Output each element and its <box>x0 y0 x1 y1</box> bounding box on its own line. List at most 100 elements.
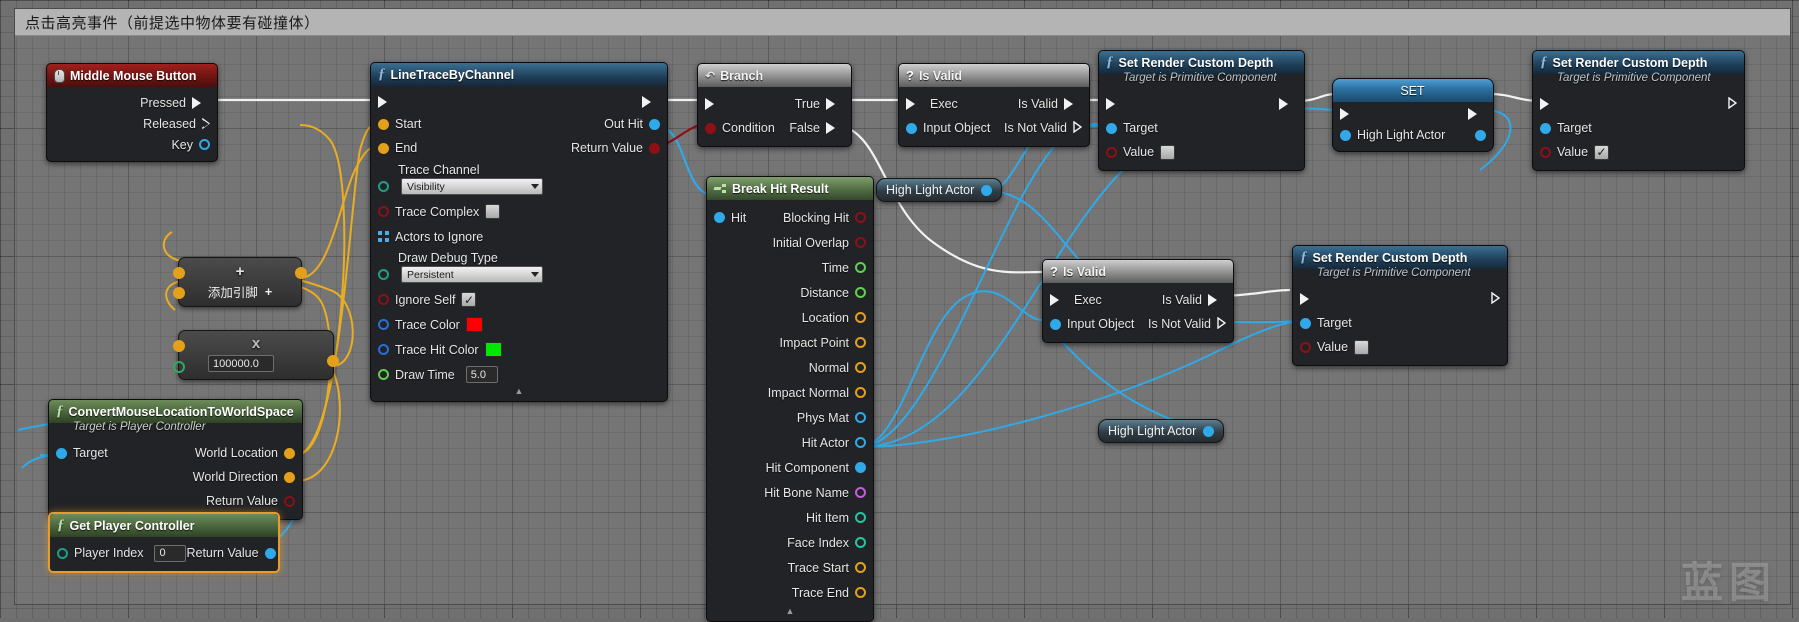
data-pin-target[interactable] <box>1540 122 1551 134</box>
data-pin-hit[interactable] <box>714 212 725 223</box>
trace-color-swatch[interactable] <box>465 317 483 332</box>
data-pin-actors-to-ignore[interactable] <box>378 231 389 242</box>
data-pin-value[interactable] <box>1106 146 1117 158</box>
exec-pin-in[interactable] <box>1300 293 1318 305</box>
node-set-render-custom-depth-2[interactable]: ƒ Set Render Custom Depth Target is Prim… <box>1532 50 1745 171</box>
collapse-arrow-icon[interactable]: ▲ <box>707 605 873 616</box>
exec-pin-out[interactable] <box>1728 96 1738 112</box>
data-pin-high-light-actor-out[interactable] <box>1475 129 1486 141</box>
data-pin-return-value[interactable] <box>284 495 295 507</box>
value-checkbox[interactable]: ✓ <box>1594 144 1610 160</box>
exec-pin-false[interactable] <box>826 122 844 134</box>
exec-pin-in[interactable] <box>1340 108 1358 120</box>
node-break-hit-result[interactable]: Break Hit Result Hit Blocking Hit Initia… <box>706 176 874 622</box>
data-pin-high-light-actor-in[interactable] <box>1340 129 1351 141</box>
data-pin-draw-time[interactable] <box>378 369 389 380</box>
multiply-value-input[interactable]: 100000.0 <box>208 355 274 372</box>
exec-pin-in[interactable] <box>906 98 924 110</box>
exec-pin-is-not-valid[interactable] <box>1073 120 1083 136</box>
data-pin-mul-b[interactable] <box>173 361 185 373</box>
node-is-valid-2[interactable]: ? Is Valid Exec Is Valid Input Object Is… <box>1042 259 1234 343</box>
data-pin-target[interactable] <box>56 447 67 459</box>
data-pin-location[interactable] <box>855 312 866 323</box>
data-pin-input-object[interactable] <box>906 122 917 134</box>
draw-time-input[interactable]: 5.0 <box>465 366 498 383</box>
data-pin-high-light-actor[interactable] <box>1203 425 1215 437</box>
data-pin-trace-end[interactable] <box>855 587 866 598</box>
exec-pin-in[interactable] <box>705 98 723 110</box>
data-pin-mul-out[interactable] <box>327 355 339 367</box>
data-pin-value[interactable] <box>1540 146 1551 158</box>
node-set-render-custom-depth-3[interactable]: ƒ Set Render Custom Depth Target is Prim… <box>1292 245 1508 366</box>
ignore-self-checkbox[interactable]: ✓ <box>461 292 477 307</box>
exec-pin-released[interactable] <box>202 117 210 130</box>
trace-hit-color-swatch[interactable] <box>484 342 502 357</box>
value-checkbox[interactable]: ✓ <box>1354 339 1370 355</box>
data-pin-initial-overlap[interactable] <box>855 237 866 248</box>
data-pin-high-light-actor[interactable] <box>981 184 993 196</box>
node-middle-mouse-button[interactable]: Middle Mouse Button Pressed Released Key <box>46 63 218 162</box>
node-multiply[interactable]: x 100000.0 <box>173 330 339 380</box>
node-line-trace-by-channel[interactable]: ƒ LineTraceByChannel Start Out Hit End R… <box>370 62 668 402</box>
data-pin-trace-color[interactable] <box>378 319 389 330</box>
node-set-high-light-actor[interactable]: SET High Light Actor <box>1332 78 1494 152</box>
data-pin-start[interactable] <box>378 118 389 130</box>
exec-pin-in[interactable] <box>1540 98 1558 110</box>
data-pin-impact-point[interactable] <box>855 337 866 348</box>
data-pin-draw-debug-type[interactable] <box>378 269 389 280</box>
data-pin-trace-complex[interactable] <box>378 206 389 217</box>
exec-pin-true[interactable] <box>826 98 844 110</box>
data-pin-player-index[interactable] <box>57 547 68 559</box>
value-checkbox[interactable]: ✓ <box>1160 144 1176 160</box>
node-add[interactable]: + 添加引脚 + <box>173 257 307 307</box>
node-convert-mouse-location-to-world-space[interactable]: ƒ ConvertMouseLocationToWorldSpace Targe… <box>48 399 303 520</box>
exec-pin-pressed[interactable] <box>192 96 210 109</box>
data-pin-face-index[interactable] <box>855 537 866 548</box>
exec-pin-is-not-valid[interactable] <box>1217 316 1227 332</box>
node-get-high-light-actor-2[interactable]: High Light Actor <box>1098 419 1225 443</box>
node-set-render-custom-depth-1[interactable]: ƒ Set Render Custom Depth Target is Prim… <box>1098 50 1305 171</box>
data-pin-return-value[interactable] <box>264 547 276 559</box>
node-get-high-light-actor-1[interactable]: High Light Actor <box>876 178 1003 202</box>
exec-pin-out[interactable] <box>1491 291 1501 307</box>
data-pin-normal[interactable] <box>855 362 866 373</box>
data-pin-hit-bone-name[interactable] <box>855 487 866 498</box>
blueprint-graph-canvas[interactable]: 点击高亮事件（前提选中物体要有碰撞体） Middle Mouse Button … <box>0 0 1799 622</box>
exec-pin-is-valid[interactable] <box>1208 294 1226 306</box>
data-pin-ignore-self[interactable] <box>378 294 389 305</box>
exec-pin-in[interactable] <box>1106 98 1124 110</box>
exec-pin-is-valid[interactable] <box>1064 98 1082 110</box>
node-branch[interactable]: ↷ Branch True Condition False <box>697 63 852 147</box>
draw-debug-type-dropdown[interactable]: Persistent <box>401 266 543 283</box>
data-pin-key[interactable] <box>199 139 210 150</box>
collapse-arrow-icon[interactable]: ▲ <box>371 385 667 396</box>
data-pin-input-object[interactable] <box>1050 318 1061 330</box>
data-pin-out-hit[interactable] <box>649 118 660 130</box>
plus-icon[interactable]: + <box>265 285 272 299</box>
data-pin-target[interactable] <box>1106 122 1117 134</box>
data-pin-value[interactable] <box>1300 341 1311 353</box>
exec-pin-in[interactable] <box>378 95 396 108</box>
data-pin-impact-normal[interactable] <box>855 387 866 398</box>
data-pin-trace-hit-color[interactable] <box>378 344 389 355</box>
node-is-valid-1[interactable]: ? Is Valid Exec Is Valid Input Object Is… <box>898 63 1090 147</box>
node-get-player-controller[interactable]: ƒ Get Player Controller Player Index 0 R… <box>48 512 280 573</box>
exec-pin-out[interactable] <box>642 95 660 108</box>
data-pin-hit-component[interactable] <box>855 462 866 473</box>
data-pin-trace-start[interactable] <box>855 562 866 573</box>
player-index-input[interactable]: 0 <box>154 544 187 562</box>
data-pin-blocking-hit[interactable] <box>855 212 866 223</box>
data-pin-hit-actor[interactable] <box>855 437 866 448</box>
data-pin-time[interactable] <box>855 262 866 273</box>
data-pin-world-direction[interactable] <box>284 471 295 483</box>
data-pin-distance[interactable] <box>855 287 866 298</box>
exec-pin-out[interactable] <box>1279 98 1297 110</box>
data-pin-world-location[interactable] <box>284 447 295 459</box>
data-pin-phys-mat[interactable] <box>855 412 866 423</box>
data-pin-hit-item[interactable] <box>855 512 866 523</box>
trace-channel-dropdown[interactable]: Visibility <box>401 178 543 195</box>
data-pin-condition[interactable] <box>705 122 716 134</box>
trace-complex-checkbox[interactable]: ✓ <box>485 204 501 219</box>
data-pin-end[interactable] <box>378 142 389 154</box>
data-pin-trace-channel[interactable] <box>378 181 389 192</box>
